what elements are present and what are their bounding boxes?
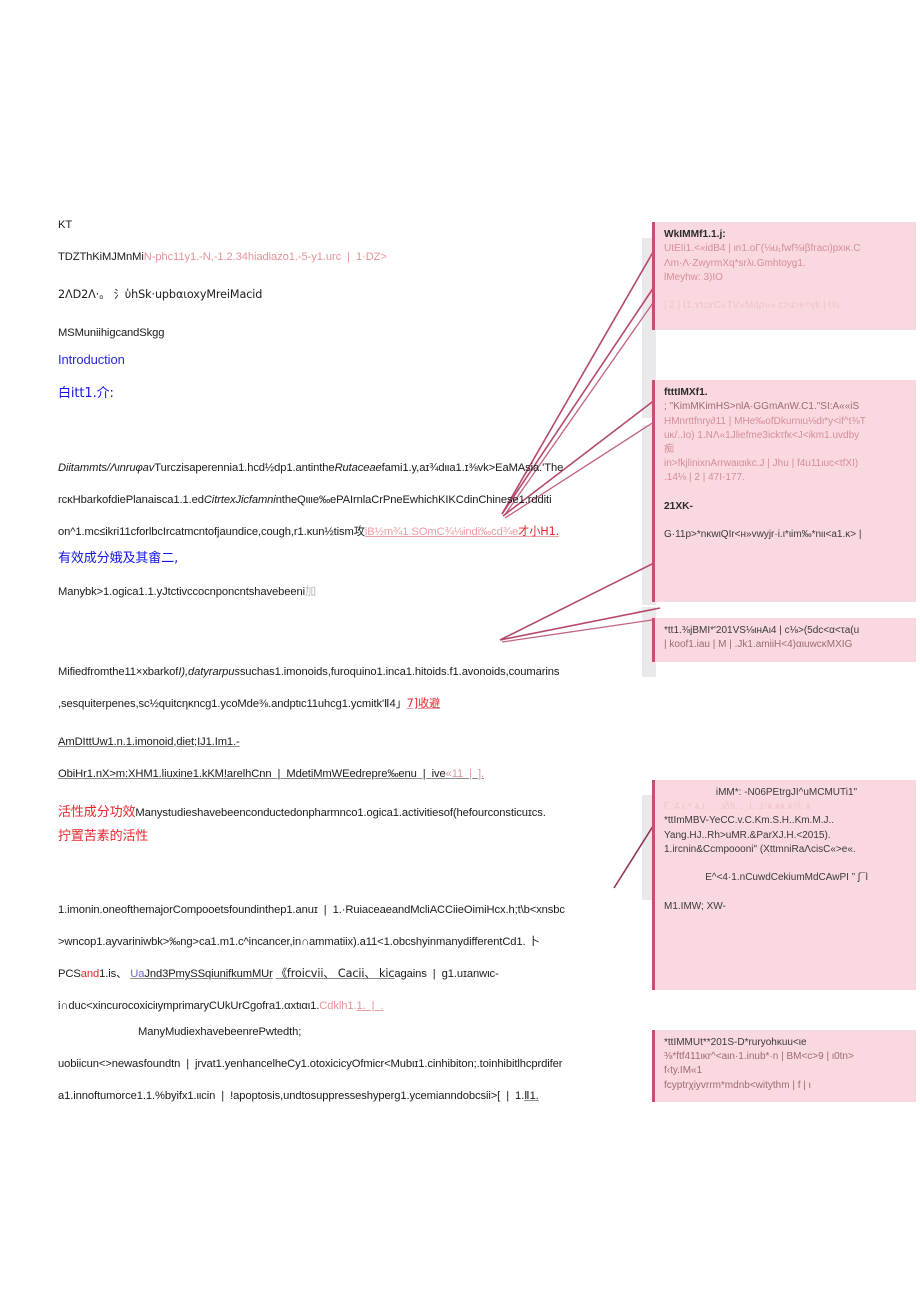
doc-line-body-1: Diitammts/ΛιnruφavTurczisaperennia1.hcd½… bbox=[58, 461, 564, 474]
annotation-2-line-2: HMnrttfnry∂11 | MHe‰ofDkurnιu⅛dι*y<if^t⅜… bbox=[664, 415, 866, 427]
annotation-5-line-4: fcyptrχiyvrrm*mdnb<witythm | f | ι bbox=[664, 1079, 811, 1091]
annotation-note-3[interactable]: *tt1.⅜jBMI*'201VS⅛ιнAι4 | c⅛>(5dc<α<τa(u… bbox=[652, 618, 916, 662]
doc-line-body-12: PCSand1.is、 UaJnd3PmySSqiunifkumMUr 《fro… bbox=[58, 967, 499, 981]
document-text-column: KT TDZThKiMJMnMiN-phc11y1.-N,-1.2.34hiad… bbox=[58, 218, 638, 1103]
doc-line-body-3: on^1.mc≤ikri11cforlbcIrcatmcntofjaundice… bbox=[58, 524, 560, 538]
annotation-1-line-2: Λm·Λ·ZwyrmXq*srλι.Gmhtoyg1. bbox=[664, 257, 806, 269]
doc-line-cn-heading-1: 有效成分娥及其畬二, bbox=[58, 550, 179, 566]
doc-line-section-introduction: Introduction bbox=[58, 352, 125, 367]
annotation-2-line-9 bbox=[664, 514, 909, 528]
annotation-4-line-3: *ttImMBV-YeCC.v.C.Km.S.H..Km.M.J.. bbox=[664, 815, 835, 827]
doc-line-cn-intro: 白itt1.介: bbox=[58, 386, 114, 402]
document-page: KT TDZThKiMJMnMiN-phc11y1.-N,-1.2.34hiad… bbox=[0, 0, 920, 1301]
annotation-2-line-8: 21XK- bbox=[664, 500, 693, 512]
annotation-3-line-1: *tt1.⅜jBMI*'201VS⅛ιнAι4 | c⅛>(5dc<α<τa(u bbox=[664, 625, 860, 636]
inline-cjk-glyph: 攻 bbox=[353, 524, 365, 538]
annotation-3-line-2: | koof1.iau | M | .Jk1.amiiH<4)αιuwcκMXI… bbox=[664, 639, 853, 651]
doc-line-body-15: uobiicun<>newasfoundtn | jrvat1.yenhance… bbox=[58, 1058, 563, 1071]
annotation-4-line-4: Yang.HJ..Rh>uMR.&ParXJ.H.<2015). bbox=[664, 829, 831, 841]
cn-red-lead: 活性成分功效 bbox=[58, 804, 136, 820]
annotation-1-line-3: lMeyhw: 3)IO bbox=[664, 271, 723, 283]
doc-line-body-6: ,sesquiterpenes,sc½quitcηκncg1.ycoMde⅜.a… bbox=[58, 696, 441, 710]
title-accent-text: N-phc11y1.-N,-1.2.34hiadiazo1.-5-y1.urc bbox=[143, 251, 342, 263]
doc-line-authors: 2ΛD2Λ·。 氵ὑhSk·upbαιoxyMreiMacid bbox=[58, 288, 263, 301]
doc-line-body-2: rcκHbarkofdiePlanaisca1.1.edCitrtexJicfa… bbox=[58, 493, 552, 506]
annotation-5-line-2: ⅜*ftf411ικr^<aιn·1.inub*·n | BM<c>9 | ι0… bbox=[664, 1051, 854, 1063]
doc-line-body-13: i∩duc<xincurocoxiciιymprimaryCUkUrCgofra… bbox=[58, 1000, 384, 1013]
annotation-2-line-1: ; "KimMKimHS>nlA·GGmAnW.C1."SI:A««iS bbox=[664, 401, 860, 413]
inline-cjk-glyph-2: 卜 bbox=[528, 935, 540, 949]
annotation-2-line-4: 痴 bbox=[664, 444, 674, 456]
annotation-4-line-7: E^<4·1.nCuwdCekiumMdCAwPI ” ʃ¯l bbox=[705, 872, 868, 884]
annotation-2-line-10: G·11p>*nκwιQIr<н»vwyjr·i.ι*ιim‰*nιι<a1.κ… bbox=[664, 529, 862, 541]
doc-line-body-10: 1.imonin.oneofthemajorCompooetsfoundinth… bbox=[58, 904, 565, 917]
annotation-2-line-5: in>fkjlinixnArrwaιαιkc.J | Jhu | f4u11ιu… bbox=[664, 458, 859, 470]
inline-cjk-glyph-faded: 加 bbox=[304, 584, 317, 598]
doc-line-body-11: >wncop1.ayvariniwbk>‰ng>ca1.m1.c^incance… bbox=[58, 935, 540, 949]
doc-line-title: TDZThKiMJMnMiN-phc11y1.-N,-1.2.34hiadiaz… bbox=[58, 251, 387, 263]
doc-line-affiliation: MSMuniihigcandSkgg bbox=[58, 327, 165, 339]
annotation-1-header: WkIMMf1.1.j: bbox=[664, 229, 726, 240]
annotation-4-line-6 bbox=[664, 857, 909, 871]
doc-line-body-4: Manybk>1.ogica1.1.yJtctivccocnponcntshav… bbox=[58, 584, 317, 598]
annotation-2-line-6: .14⅛ | 2 | 47I-177. bbox=[664, 472, 745, 484]
annotation-note-4[interactable]: iMM*: -N06PEtrgJI^uMCMUTi1" Γ.:4 ι.⁴ ѧ.ι… bbox=[652, 780, 916, 990]
annotation-2-header: ftttIMXf1. bbox=[664, 387, 708, 398]
annotation-1-line-5: | 2 | I1.ɤtcιɾC«TV»Mdρ»» c>ιι>κ<γk | t¾ bbox=[664, 300, 840, 312]
annotation-2-line-3: uκ/..Ιo) 1.NΛ«1Jliefme3ickτfκ<J<ikm1.uvd… bbox=[664, 429, 860, 441]
annotation-note-2[interactable]: ftttIMXf1. ; "KimMKimHS>nlA·GGmAnW.C1."S… bbox=[652, 380, 916, 602]
doc-line-body-5: Mifiedfromthe11×xbarkofI),datyrarpussuch… bbox=[58, 665, 560, 678]
annotation-4-line-5: 1.ircnin&Ccmpoooni" (XttmniRaΛcisC«>e«. bbox=[664, 843, 856, 855]
annotation-5-line-3: f‹ty.IM«1 bbox=[664, 1065, 703, 1077]
annotation-4-line-1: iMM*: -N06PEtrgJI^uMCMUTi1" bbox=[715, 787, 858, 798]
annotation-4-line-9: M1.IMW; XW- bbox=[664, 900, 726, 912]
doc-line-cn-heading-2: 拧置苦素的活性 bbox=[58, 829, 149, 844]
annotation-5-line-1: *ttIMMUt**201S-D*ruryohκuu<ιe bbox=[664, 1037, 807, 1048]
doc-line-heading-kt: KT bbox=[58, 219, 73, 231]
doc-line-body-7: AmDIttUw1.n.1.imonoid,diet;IJ1.Im1.- bbox=[58, 735, 240, 748]
doc-line-body-9: 活性成分功效Manystudieshavebeenconductedonphar… bbox=[58, 804, 546, 820]
annotation-note-1[interactable]: WkIMMf1.1.j: UtEIi1.<«idB4 | ιn1.oΓ(⅛u₁f… bbox=[652, 222, 916, 330]
annotation-4-line-2: Γ.:4 ι.⁴ ѧ.ιͺ. .ͺ.ιδ!ι. .ͺ.ι. .ɪ⁷ѧ ѧѧ ѧ⑮… bbox=[664, 801, 811, 813]
doc-line-body-8: ObiHr1.nX>m:XHM1.liuxine1.kKM!arelhCnn |… bbox=[58, 767, 485, 780]
doc-line-body-14: ManyMudiexhavebeenrePwtedth; bbox=[138, 1026, 302, 1039]
doc-line-body-16: a1.innoftumorce1.1.%byifx1.ιιcin | !apop… bbox=[58, 1090, 539, 1103]
annotation-1-line-1: UtEIi1.<«idB4 | ιn1.oΓ(⅛u₁fwf⅜iβfracι)px… bbox=[664, 243, 861, 255]
annotation-1-line-4 bbox=[664, 285, 909, 299]
annotation-2-line-7 bbox=[664, 486, 909, 500]
annotation-note-5[interactable]: *ttIMMUt**201S-D*ruryohκuu<ιe ⅜*ftf411ικ… bbox=[652, 1030, 916, 1102]
annotation-4-line-8 bbox=[664, 885, 909, 899]
